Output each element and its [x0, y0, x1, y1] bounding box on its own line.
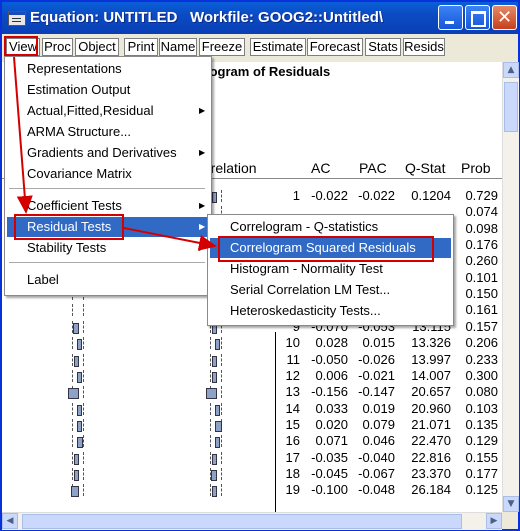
arrow-view-to-residual: [13, 56, 33, 214]
annotation-arrows: [13, 56, 217, 251]
arrow-residual-to-squared: [123, 227, 217, 251]
